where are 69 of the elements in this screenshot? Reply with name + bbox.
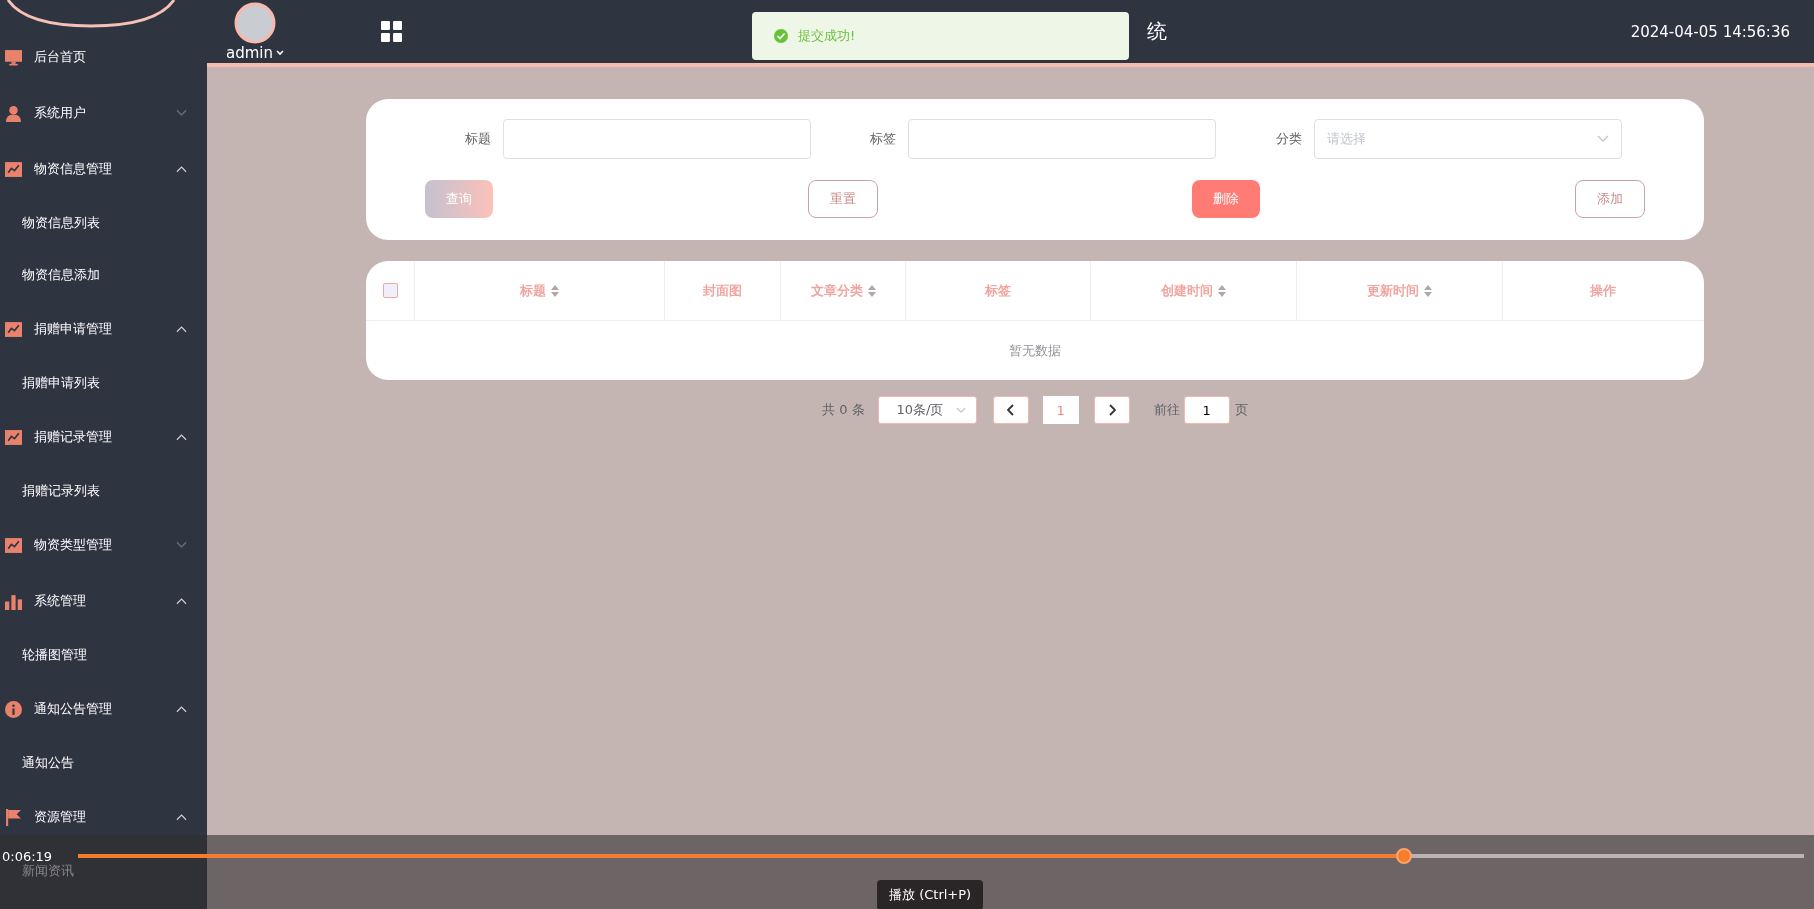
menu-item[interactable]: 通知公告管理 <box>0 694 207 724</box>
input-field[interactable] <box>503 119 811 159</box>
field-label: 标题 <box>465 130 491 148</box>
grid-icon[interactable] <box>381 21 402 42</box>
menu-item[interactable]: 物资类型管理 <box>0 530 207 560</box>
caret-icon <box>276 49 284 56</box>
goto-label: 前往 <box>1153 401 1180 419</box>
check-circle-icon <box>774 29 788 43</box>
select-placeholder: 请选择 <box>1327 130 1366 148</box>
submenu-item[interactable]: 物资信息列表 <box>22 212 100 234</box>
menu-label: 捐赠记录管理 <box>34 428 113 446</box>
column-header: 操作 <box>1590 281 1616 300</box>
submenu-item[interactable]: 捐赠记录列表 <box>22 480 100 502</box>
menu-item[interactable]: 后台首页 <box>0 42 207 72</box>
submenu-item[interactable]: 物资信息添加 <box>22 264 100 286</box>
submenu-item[interactable]: 捐赠申请列表 <box>22 372 100 394</box>
page-size-select[interactable]: 10条/页 <box>877 396 977 424</box>
prev-page-button[interactable] <box>992 396 1029 424</box>
app-title: 统 <box>1147 18 1167 45</box>
progress-handle[interactable] <box>1395 848 1412 864</box>
menu-item[interactable]: 捐赠申请管理 <box>0 314 207 344</box>
bar-chart-icon <box>5 592 22 610</box>
field-label: 标签 <box>870 130 896 148</box>
sort-icon[interactable] <box>867 284 876 297</box>
avatar-icon[interactable] <box>234 1 276 44</box>
menu-item[interactable]: 捐赠记录管理 <box>0 422 207 452</box>
menu-item[interactable]: 资源管理 <box>0 802 207 832</box>
toast-message: 提交成功! <box>798 27 856 45</box>
menu-item[interactable]: 系统管理 <box>0 586 207 616</box>
empty-text: 暂无数据 <box>1008 341 1062 360</box>
next-page-button[interactable] <box>1093 396 1130 424</box>
line-chart-icon <box>5 320 22 338</box>
info-icon <box>5 700 22 718</box>
tooltip: 播放 (Ctrl+P) <box>877 880 984 909</box>
sort-icon[interactable] <box>1218 284 1226 297</box>
sort-icon[interactable] <box>1424 284 1432 297</box>
field-label: 分类 <box>1276 130 1302 148</box>
line-chart-icon <box>5 160 22 178</box>
person-icon <box>5 104 22 122</box>
total-count: 共 0 条 <box>822 401 865 419</box>
menu-label: 物资信息管理 <box>34 160 113 178</box>
menu-label: 系统管理 <box>34 592 87 610</box>
line-chart-icon <box>5 428 22 446</box>
menu-label: 物资类型管理 <box>34 536 113 554</box>
menu-label: 系统用户 <box>34 104 87 122</box>
chevron-left-icon <box>1006 404 1015 416</box>
menu-item[interactable]: 系统用户 <box>0 98 207 128</box>
submenu-item[interactable]: 通知公告 <box>22 752 74 774</box>
column-header: 标签 <box>985 281 1011 300</box>
submenu-item[interactable]: 轮播图管理 <box>22 644 87 666</box>
chevron-down-icon <box>1597 135 1609 143</box>
sort-icon[interactable] <box>551 284 559 297</box>
menu-label: 通知公告管理 <box>34 700 113 718</box>
input-field[interactable] <box>908 119 1216 159</box>
user-menu[interactable]: admin <box>226 43 284 62</box>
monitor-icon <box>5 48 22 66</box>
chevron-down-icon <box>955 406 966 414</box>
menu-label: 捐赠申请管理 <box>34 320 113 338</box>
checkbox[interactable] <box>382 283 398 298</box>
datetime: 2024-04-05 14:56:36 <box>1630 22 1790 41</box>
line-chart-icon <box>5 536 22 554</box>
column-header: 封面图 <box>703 281 742 300</box>
goto-suffix: 页 <box>1234 401 1248 419</box>
menu-label: 资源管理 <box>34 808 87 826</box>
flag-icon <box>5 808 22 826</box>
chevron-right-icon <box>1107 404 1116 416</box>
page-input[interactable]: 1 <box>1183 396 1230 424</box>
menu-item[interactable]: 物资信息管理 <box>0 154 207 184</box>
menu-label: 后台首页 <box>34 48 87 66</box>
